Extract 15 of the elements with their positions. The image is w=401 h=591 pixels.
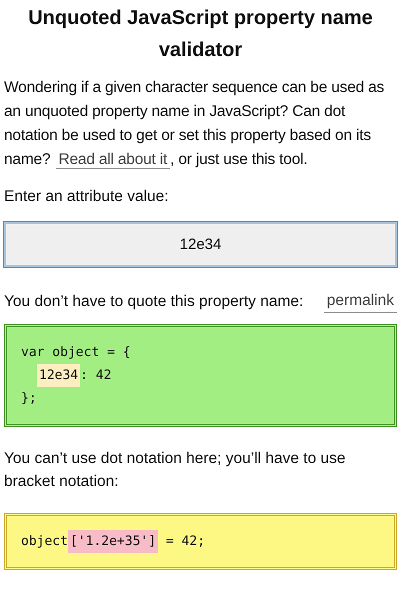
code-text: = 42; [164,533,206,551]
highlighted-code: 12e34 [37,364,80,387]
page-title: Unquoted JavaScript property name validator [27,6,374,63]
code-text: }; [21,390,37,408]
code-text: object [21,533,68,551]
read-more-link[interactable]: Read all about it [56,151,170,169]
intro-paragraph: Wondering if a given character sequence can be used as an unquoted property name in JavaScript? Can dot notation be used to get or set this property based on its name? Read all about it , or just use this tool. [4,78,386,171]
permalink-link[interactable]: permalink [324,289,397,313]
result-message: You don’t have to quote this property name: [4,292,304,312]
code-text: : 42 [80,367,112,385]
input-label: Enter an attribute value: [4,187,170,207]
attribute-input[interactable]: 12e34 [4,222,397,267]
highlighted-code: ['1.2e+35'] [68,530,158,553]
code-text: var object = { [21,344,131,362]
result-message: You can’t use dot notation here; you’ll have to use bracket notation: [4,449,347,492]
